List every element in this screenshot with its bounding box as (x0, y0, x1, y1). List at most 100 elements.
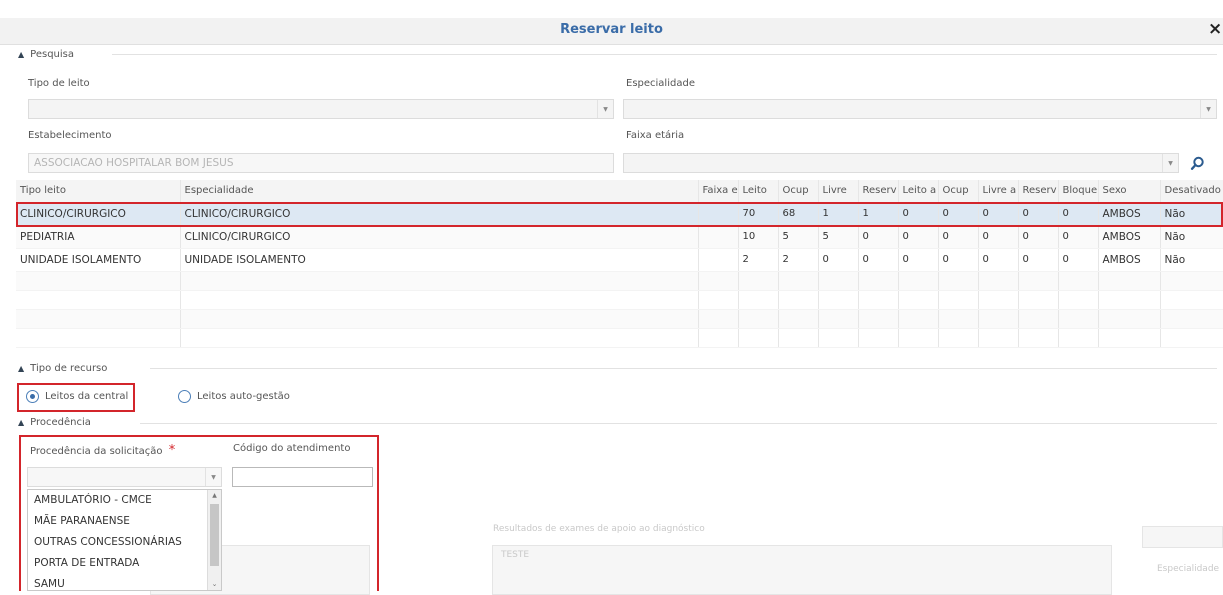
table-cell: 2 (778, 248, 819, 272)
table-cell (1098, 290, 1161, 310)
table-cell (818, 328, 859, 348)
bg-side-box (1142, 526, 1223, 548)
column-header[interactable]: Reserv (1018, 180, 1059, 203)
table-cell (1058, 328, 1099, 348)
search-icon (1190, 156, 1204, 170)
section-procedencia[interactable]: ▲ Procedência (18, 414, 91, 430)
bg-exames-label: Resultados de exames de apoio ao diagnós… (493, 524, 705, 534)
column-header[interactable]: Ocup (778, 180, 819, 203)
table-row-empty (16, 271, 1223, 291)
column-header[interactable]: Tipo leito (16, 180, 181, 203)
table-cell: UNIDADE ISOLAMENTO (180, 248, 699, 272)
especialidade-select[interactable]: ▼ (623, 99, 1217, 119)
collapse-up-icon: ▲ (18, 417, 25, 427)
highlight-procedencia (19, 435, 379, 591)
column-header[interactable]: Livre (818, 180, 859, 203)
table-cell: 0 (898, 225, 939, 249)
table-cell (978, 290, 1019, 310)
table-cell (1160, 271, 1223, 291)
table-cell (1098, 328, 1161, 348)
column-header[interactable]: Faixa e (698, 180, 739, 203)
faixa-etaria-label: Faixa etária (626, 130, 685, 141)
table-cell (978, 328, 1019, 348)
section-tipo-recurso-title: Tipo de recurso (30, 362, 108, 374)
table-row[interactable]: PEDIATRIA CLINICO/CIRURGICO 10 5 5 0 0 0 0 0 0 AMBO… (16, 225, 1223, 249)
table-cell: AMBOS (1098, 225, 1161, 249)
table-cell: 0 (1018, 248, 1059, 272)
table-row-empty (16, 290, 1223, 310)
estabelecimento-label: Estabelecimento (28, 130, 112, 141)
table-cell (698, 248, 739, 272)
table-cell (778, 309, 819, 329)
table-cell: 0 (978, 248, 1019, 272)
table-cell (818, 290, 859, 310)
section-pesquisa-title: Pesquisa (30, 48, 74, 60)
table-cell (938, 328, 979, 348)
section-pesquisa[interactable]: ▲ Pesquisa (18, 46, 74, 62)
column-header[interactable]: Livre a (978, 180, 1019, 203)
column-header[interactable]: Leito (738, 180, 779, 203)
table-cell (1058, 309, 1099, 329)
table-cell (738, 271, 779, 291)
collapse-up-icon: ▲ (18, 49, 25, 59)
column-header[interactable]: Reserv (858, 180, 899, 203)
table-cell (858, 271, 899, 291)
table-cell (1160, 328, 1223, 348)
estabelecimento-field[interactable]: ASSOCIACAO HOSPITALAR BOM JESUS (28, 153, 614, 173)
table-cell (898, 328, 939, 348)
section-tipo-recurso[interactable]: ▲ Tipo de recurso (18, 360, 107, 376)
chevron-down-icon: ▼ (1162, 154, 1178, 172)
dialog-title: Reservar leito (560, 22, 663, 37)
table-cell: 2 (738, 248, 779, 272)
column-header[interactable]: Leito a (898, 180, 939, 203)
section-procedencia-title: Procedência (30, 416, 91, 428)
tipo-leito-label: Tipo de leito (28, 78, 90, 89)
search-button[interactable] (1184, 152, 1210, 174)
highlight-selected-row (16, 202, 1223, 227)
table-cell: 5 (818, 225, 859, 249)
table-cell (898, 290, 939, 310)
table-cell: UNIDADE ISOLAMENTO (16, 248, 181, 272)
table-cell (818, 271, 859, 291)
radio-leitos-auto-gestao[interactable]: Leitos auto-gestão (178, 390, 290, 403)
table-cell (738, 328, 779, 348)
table-cell (698, 225, 739, 249)
table-cell: 0 (938, 248, 979, 272)
table-cell: 0 (938, 225, 979, 249)
table-cell: 0 (858, 225, 899, 249)
table-cell (180, 290, 699, 310)
table-cell (1058, 271, 1099, 291)
table-row[interactable]: UNIDADE ISOLAMENTO UNIDADE ISOLAMENTO 2 2 0 0… (16, 248, 1223, 272)
table-cell (898, 309, 939, 329)
section-divider (112, 54, 1217, 55)
close-icon[interactable]: × (1208, 19, 1222, 39)
table-cell: 0 (1018, 225, 1059, 249)
table-cell (16, 290, 181, 310)
table-cell (858, 309, 899, 329)
tipo-leito-select[interactable]: ▼ (28, 99, 614, 119)
table-cell: 0 (858, 248, 899, 272)
table-cell (738, 290, 779, 310)
especialidade-label: Especialidade (626, 78, 695, 89)
column-header[interactable]: Ocup (938, 180, 979, 203)
table-row-empty (16, 328, 1223, 348)
radio-leitos-auto-gestao-label: Leitos auto-gestão (197, 391, 290, 402)
table-cell (978, 309, 1019, 329)
column-header[interactable]: Sexo (1098, 180, 1161, 203)
table-cell (738, 309, 779, 329)
highlight-radio-central (17, 383, 135, 412)
column-header[interactable]: Bloque (1058, 180, 1099, 203)
faixa-etaria-select[interactable]: ▼ (623, 153, 1179, 173)
table-cell (698, 290, 739, 310)
table-cell: 0 (818, 248, 859, 272)
table-cell (180, 309, 699, 329)
table-cell: 0 (1058, 225, 1099, 249)
table-cell (818, 309, 859, 329)
table-cell (698, 271, 739, 291)
table-cell (778, 271, 819, 291)
column-header[interactable]: Desativado (1160, 180, 1223, 203)
chevron-down-icon: ▼ (597, 100, 613, 118)
table-cell: 0 (978, 225, 1019, 249)
column-header[interactable]: Especialidade (180, 180, 699, 203)
collapse-up-icon: ▲ (18, 363, 25, 373)
